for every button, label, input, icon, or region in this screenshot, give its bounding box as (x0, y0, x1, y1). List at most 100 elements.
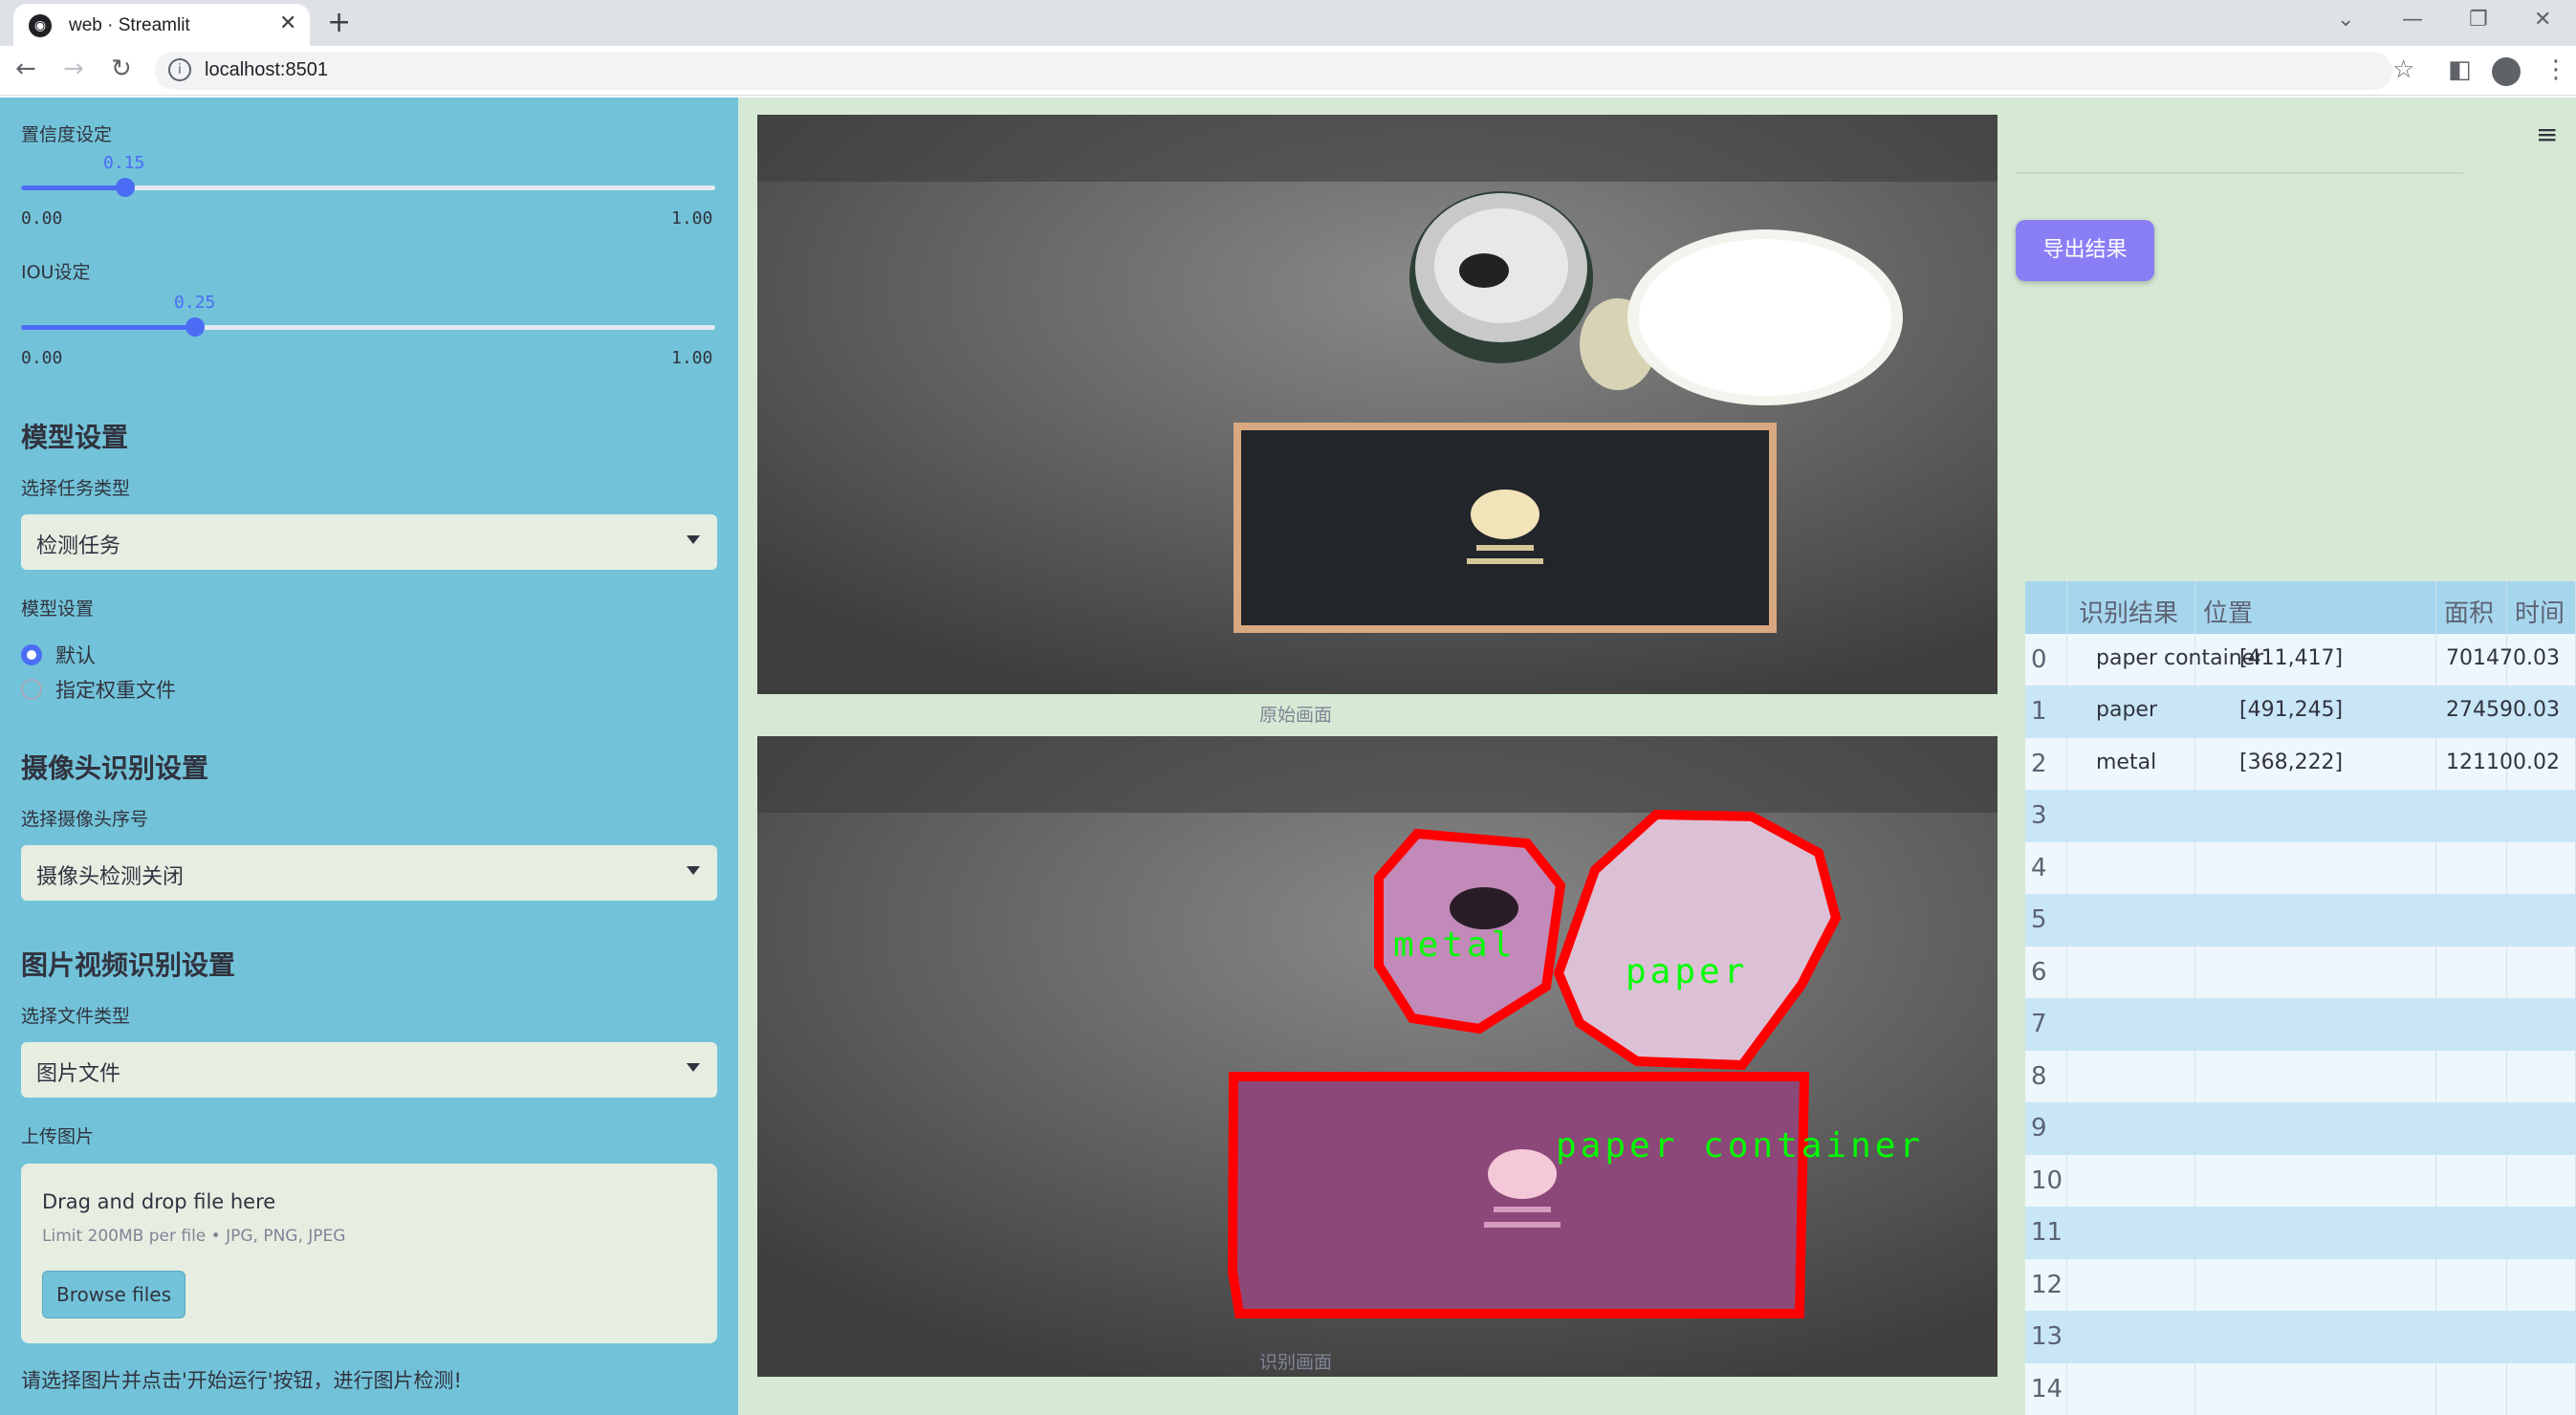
row-time (2507, 1362, 2576, 1415)
row-result (2067, 998, 2195, 1051)
table-row[interactable]: 13 (2025, 1311, 2576, 1363)
file-section-title: 图片视频识别设置 (21, 949, 236, 981)
row-index: 5 (2025, 894, 2067, 947)
radio-default-label: 默认 (55, 644, 96, 667)
row-index: 3 (2025, 790, 2067, 842)
task-type-label: 选择任务类型 (21, 478, 131, 499)
hint-text: 请选择图片并点击'开始运行'按钮，进行图片检测! (21, 1369, 462, 1392)
address-bar[interactable]: i localhost:8501 (155, 52, 2392, 90)
confidence-min: 0.00 (21, 208, 63, 229)
reload-icon[interactable]: ↻ (111, 54, 132, 83)
iou-value: 0.25 (174, 293, 216, 313)
hamburger-menu-icon[interactable]: ≡ (2536, 119, 2558, 150)
minimize-icon[interactable]: — (2402, 8, 2423, 32)
row-result (2067, 1050, 2195, 1102)
row-index: 7 (2025, 998, 2067, 1051)
camera-select[interactable]: 摄像头检测关闭 (21, 845, 717, 901)
chevron-down-icon (687, 1063, 700, 1072)
file-uploader-dropzone[interactable]: Drag and drop file here Limit 200MB per … (21, 1164, 717, 1343)
confidence-slider-fill (21, 185, 125, 190)
row-area (2436, 946, 2507, 998)
table-row[interactable]: 8 (2025, 1050, 2576, 1102)
table-row[interactable]: 4 (2025, 841, 2576, 894)
chevron-down-icon (687, 535, 700, 544)
file-type-select[interactable]: 图片文件 (21, 1042, 717, 1098)
box-object (1233, 423, 1777, 633)
table-row[interactable]: 2 metal [368,222] 12110 0.02 (2025, 737, 2576, 790)
radio-custom-weights[interactable] (21, 679, 42, 700)
chevron-down-icon[interactable]: ⌄ (2337, 8, 2354, 32)
row-index: 0 (2025, 633, 2067, 686)
detected-image-canvas: metal paper paper container (757, 736, 1997, 1377)
label-paper: paper (1626, 952, 1748, 991)
row-result: paper container (2067, 633, 2263, 686)
table-row[interactable]: 5 (2025, 894, 2576, 947)
row-result (2067, 790, 2195, 842)
forward-icon[interactable]: → (63, 54, 84, 83)
row-position (2195, 841, 2436, 894)
row-position: [491,245] (2195, 686, 2436, 738)
upload-limit-text: Limit 200MB per file • JPG, PNG, JPEG (42, 1227, 346, 1246)
row-position (2195, 894, 2436, 947)
iou-slider-thumb[interactable] (185, 317, 205, 337)
close-tab-icon[interactable]: ✕ (279, 11, 296, 35)
close-window-icon[interactable]: ✕ (2534, 8, 2551, 32)
table-row[interactable]: 1 paper [491,245] 27459 0.03 (2025, 686, 2576, 738)
model-section-title: 模型设置 (21, 422, 129, 453)
iou-min: 0.00 (21, 348, 63, 368)
header-time[interactable]: 时间 (2507, 581, 2576, 634)
streamlit-app: 置信度设定 0.15 0.00 1.00 IOU设定 0.25 0.00 1.0… (0, 98, 2576, 1415)
row-result (2067, 946, 2195, 998)
restore-icon[interactable]: ❐ (2469, 8, 2488, 32)
table-row[interactable]: 6 (2025, 946, 2576, 998)
radio-default[interactable] (21, 644, 42, 665)
table-row[interactable]: 11 (2025, 1207, 2576, 1259)
task-type-select[interactable]: 检测任务 (21, 514, 717, 570)
table-row[interactable]: 12 (2025, 1258, 2576, 1311)
row-time (2507, 841, 2576, 894)
header-area[interactable]: 面积 (2436, 581, 2507, 634)
browse-files-button[interactable]: Browse files (42, 1271, 186, 1318)
label-metal: metal (1393, 925, 1516, 965)
row-index: 11 (2025, 1207, 2067, 1259)
row-position (2195, 790, 2436, 842)
header-position[interactable]: 位置 (2195, 581, 2436, 634)
iou-slider-fill (21, 325, 195, 330)
table-row[interactable]: 10 (2025, 1154, 2576, 1207)
results-table[interactable]: 识别结果 位置 面积 时间 0 paper container [411,417] 7… (2025, 581, 2576, 1415)
original-image-canvas (757, 115, 1997, 694)
row-result (2067, 1102, 2195, 1155)
row-index: 4 (2025, 841, 2067, 894)
row-time (2507, 1311, 2576, 1363)
table-row[interactable]: 3 (2025, 790, 2576, 842)
confidence-max: 1.00 (671, 208, 713, 229)
kebab-menu-icon[interactable]: ⋮ (2543, 55, 2568, 84)
divider (2016, 172, 2463, 174)
row-result: metal (2067, 737, 2195, 790)
bookmark-star-icon[interactable]: ☆ (2392, 55, 2414, 84)
new-tab-icon[interactable]: + (327, 6, 351, 39)
browser-tab[interactable]: ◉ web · Streamlit ✕ (13, 4, 310, 46)
iou-max: 1.00 (671, 348, 713, 368)
info-icon[interactable]: i (168, 58, 191, 81)
row-time: 0.03 (2507, 686, 2576, 738)
profile-avatar[interactable] (2492, 57, 2521, 86)
table-row[interactable]: 9 (2025, 1102, 2576, 1155)
side-panel-icon[interactable]: ◧ (2448, 55, 2472, 84)
back-icon[interactable]: ← (15, 54, 36, 83)
iou-slider[interactable] (21, 317, 715, 337)
confidence-slider-thumb[interactable] (115, 178, 135, 197)
table-row[interactable]: 7 (2025, 998, 2576, 1051)
streamlit-favicon-icon: ◉ (29, 14, 52, 37)
header-result[interactable]: 识别结果 (2067, 581, 2195, 634)
original-caption: 原始画面 (1259, 705, 1333, 726)
row-result (2067, 1311, 2195, 1363)
table-row[interactable]: 0 paper container [411,417] 70147 0.03 (2025, 633, 2576, 686)
row-position (2195, 1102, 2436, 1155)
row-area (2436, 1207, 2507, 1259)
detected-image: metal paper paper container (757, 736, 1997, 1377)
export-results-button[interactable]: 导出结果 (2016, 220, 2154, 281)
table-row[interactable]: 14 (2025, 1362, 2576, 1415)
row-time: 0.03 (2507, 633, 2576, 686)
confidence-slider[interactable] (21, 178, 715, 197)
